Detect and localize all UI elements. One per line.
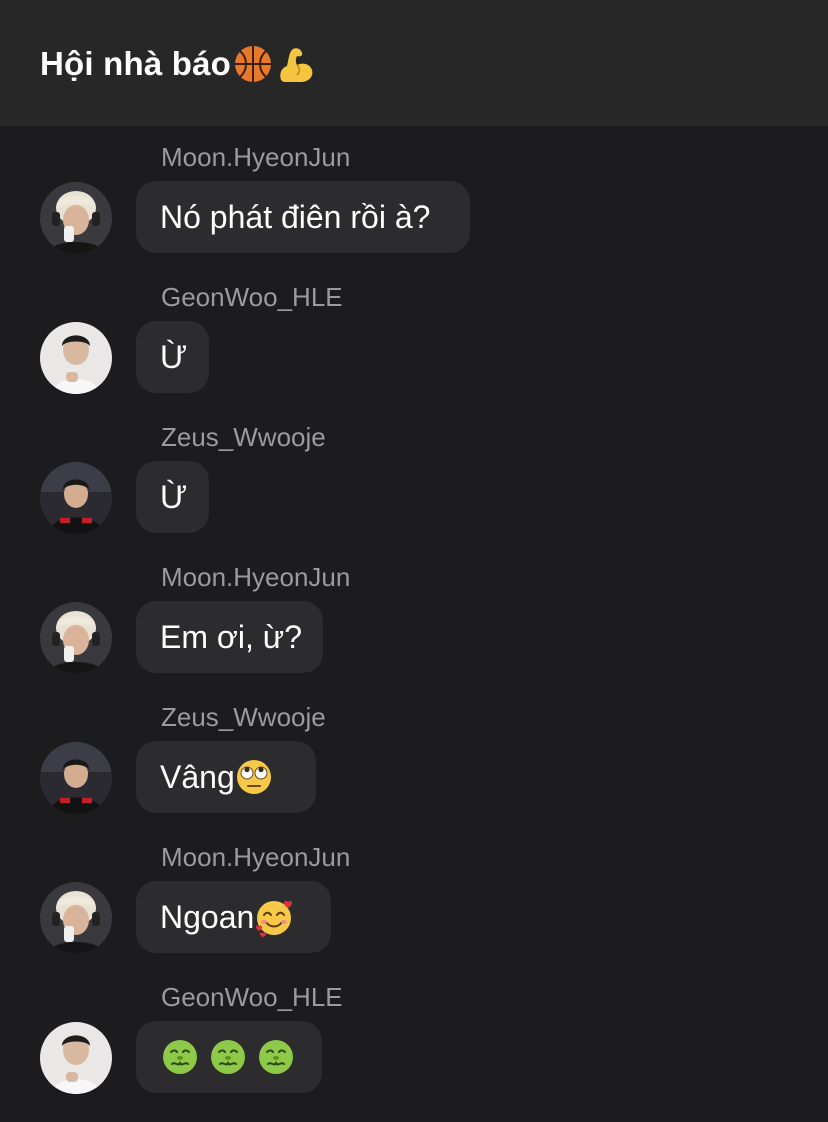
message-bubble[interactable]: Ngoan xyxy=(136,881,331,953)
message-text: Ừ xyxy=(160,338,188,375)
message-item: Moon.HyeonJun Ngoan xyxy=(0,826,828,966)
message-bubble[interactable] xyxy=(136,1021,322,1093)
message-bubble[interactable]: Vâng xyxy=(136,741,316,813)
message-item: GeonWoo_HLE Ừ xyxy=(0,266,828,406)
message-item: Zeus_Wwooje Ừ xyxy=(0,406,828,546)
sender-name: Moon.HyeonJun xyxy=(161,562,351,592)
sender-name: GeonWoo_HLE xyxy=(161,982,343,1012)
message-item: Zeus_Wwooje Vâng xyxy=(0,686,828,826)
chat-header: Hội nhà báo xyxy=(0,0,828,126)
nauseated-face-icon xyxy=(256,1037,296,1077)
message-text: Ngoan xyxy=(160,898,255,935)
message-item: Moon.HyeonJun Nó phát điên rồi à? xyxy=(0,126,828,266)
message-item: Moon.HyeonJun Em ơi, ừ? xyxy=(0,546,828,686)
message-item: GeonWoo_HLE xyxy=(0,966,828,1106)
nauseated-face-icon xyxy=(208,1037,248,1077)
sender-name: Zeus_Wwooje xyxy=(161,702,326,732)
sender-name: Zeus_Wwooje xyxy=(161,422,326,452)
sender-name: Moon.HyeonJun xyxy=(161,142,351,172)
message-text: Ừ xyxy=(160,478,188,515)
moon-avatar[interactable] xyxy=(40,882,112,954)
group-title-text: Hội nhà báo xyxy=(40,45,232,82)
message-text: Vâng xyxy=(160,758,235,795)
message-bubble[interactable]: Ừ xyxy=(136,461,209,533)
smiling-face-with-hearts-icon xyxy=(254,897,296,937)
message-bubble[interactable]: Em ơi, ừ? xyxy=(136,601,323,673)
sender-name: GeonWoo_HLE xyxy=(161,282,343,312)
message-list[interactable]: Moon.HyeonJun Nó phát điên rồi à? GeonWo… xyxy=(0,126,828,1122)
nauseated-face-icon xyxy=(160,1037,200,1077)
zeus-avatar[interactable] xyxy=(40,742,112,814)
zeus-avatar[interactable] xyxy=(40,462,112,534)
message-bubble[interactable]: Ừ xyxy=(136,321,209,393)
geonwoo-avatar[interactable] xyxy=(40,322,112,394)
message-bubble[interactable]: Nó phát điên rồi à? xyxy=(136,181,470,253)
flexed-biceps-icon xyxy=(275,44,317,84)
geonwoo-avatar[interactable] xyxy=(40,1022,112,1094)
group-title[interactable]: Hội nhà báo xyxy=(40,44,317,84)
sender-name: Moon.HyeonJun xyxy=(161,842,351,872)
face-with-rolling-eyes-icon xyxy=(235,758,273,796)
message-text: Em ơi, ừ? xyxy=(160,618,302,655)
moon-avatar[interactable] xyxy=(40,182,112,254)
moon-avatar[interactable] xyxy=(40,602,112,674)
message-text: Nó phát điên rồi à? xyxy=(160,198,431,235)
basketball-icon xyxy=(233,44,273,84)
